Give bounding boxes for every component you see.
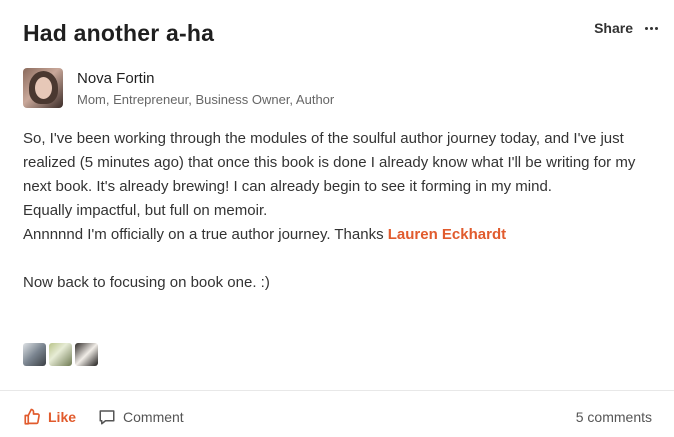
post-header-actions: Share (594, 20, 658, 36)
body-text: Annnnnd I'm officially on a true author … (23, 226, 388, 243)
thumbs-up-icon (24, 408, 40, 425)
avatar[interactable] (23, 68, 63, 108)
author-info: Nova Fortin Mom, Entrepreneur, Business … (77, 68, 334, 108)
body-paragraph: Equally impactful, but full on memoir. (23, 202, 268, 219)
post-card: Had another a-ha Share Nova Fortin Mom, … (0, 0, 674, 437)
divider (0, 390, 674, 391)
body-paragraph-with-mention: Annnnnd I'm officially on a true author … (23, 223, 663, 247)
author-role: Mom, Entrepreneur, Business Owner, Autho… (77, 92, 335, 107)
like-label: Like (48, 409, 77, 425)
author-block: Nova Fortin Mom, Entrepreneur, Business … (23, 68, 334, 108)
more-icon[interactable] (645, 23, 658, 34)
body-paragraph: Now back to focusing on book one. :) (23, 274, 270, 291)
post-actions: Like Comment (23, 408, 184, 426)
like-button[interactable]: Like (23, 408, 76, 426)
reactor-avatars (23, 343, 98, 366)
comment-button[interactable]: Comment (98, 408, 184, 426)
author-name[interactable]: Nova Fortin (77, 70, 334, 87)
reactor-avatar[interactable] (75, 343, 98, 366)
body-paragraph: So, I've been working through the module… (23, 130, 636, 195)
mention-link[interactable]: Lauren Eckhardt (388, 226, 506, 243)
share-button[interactable]: Share (594, 20, 633, 36)
post-body: So, I've been working through the module… (23, 127, 663, 295)
reactor-avatar[interactable] (49, 343, 72, 366)
post-title: Had another a-ha (23, 20, 215, 46)
comment-icon (99, 410, 115, 425)
comments-count[interactable]: 5 comments (576, 409, 652, 425)
reactor-avatar[interactable] (23, 343, 46, 366)
comment-label: Comment (123, 409, 184, 425)
